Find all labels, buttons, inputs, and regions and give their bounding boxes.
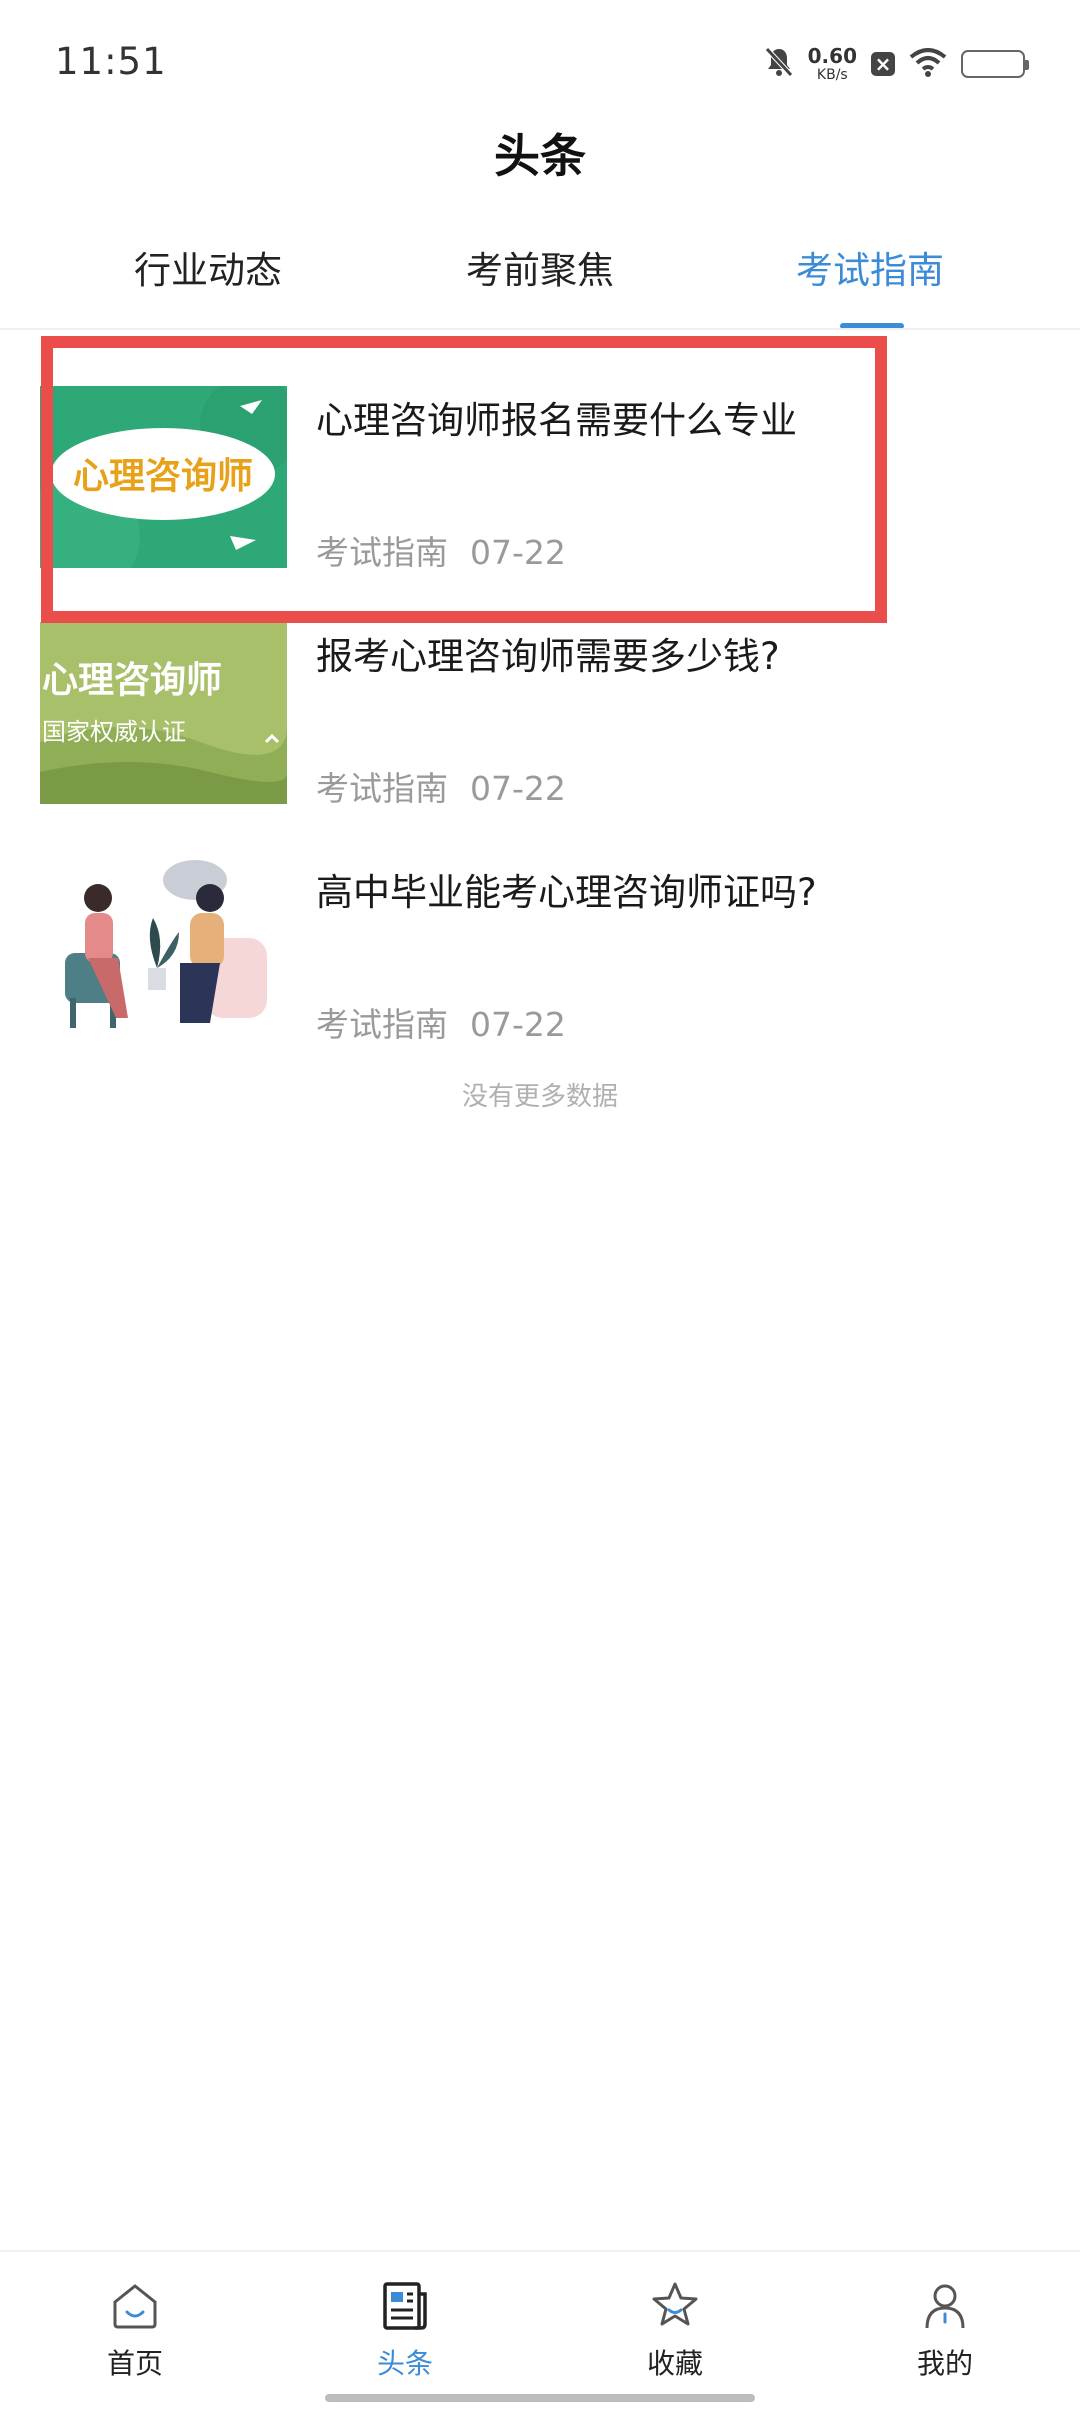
nav-news[interactable]: 头条 — [325, 2280, 485, 2382]
profile-icon — [919, 2280, 971, 2332]
home-icon — [109, 2280, 161, 2332]
nav-home-label: 首页 — [106, 2347, 163, 2380]
article-thumbnail — [40, 858, 287, 1040]
thumbnail-text: 心理咨询师 — [42, 659, 222, 700]
article-item[interactable]: 高中毕业能考心理咨询师证吗? 考试指南 07-22 — [40, 858, 1040, 1058]
thumbnail-subtext: 国家权威认证 — [42, 719, 186, 746]
article-title: 高中毕业能考心理咨询师证吗? — [316, 871, 817, 914]
article-meta: 考试指南 07-22 — [316, 998, 566, 1046]
status-bar: 11:51 0.60 KB/s × — [0, 0, 1080, 120]
nav-profile-label: 我的 — [916, 2347, 973, 2380]
divider — [0, 328, 1080, 330]
article-category: 考试指南 — [316, 769, 448, 808]
news-icon — [379, 2280, 431, 2332]
tab-bar: 行业动态 考前聚焦 考试指南 — [0, 228, 1080, 329]
no-more-data-text: 没有更多数据 — [461, 1082, 618, 1112]
article-date: 07-22 — [470, 769, 566, 808]
status-time: 11:51 — [55, 40, 167, 83]
nav-news-label: 头条 — [376, 2347, 433, 2380]
nav-profile[interactable]: 我的 — [865, 2280, 1025, 2382]
tab-exam-focus[interactable]: 考前聚焦 — [410, 240, 670, 294]
star-icon — [649, 2280, 701, 2332]
wifi-icon — [909, 47, 947, 81]
article-title: 报考心理咨询师需要多少钱? — [316, 635, 780, 678]
article-date: 07-22 — [470, 1005, 566, 1044]
network-speed: 0.60 KB/s — [808, 46, 857, 82]
close-box-icon: × — [871, 52, 895, 76]
mute-icon — [764, 46, 794, 82]
network-speed-unit: KB/s — [816, 67, 848, 83]
page-title: 头条 — [494, 129, 586, 183]
nav-favorites-label: 收藏 — [646, 2347, 703, 2380]
nav-favorites[interactable]: 收藏 — [595, 2280, 755, 2382]
network-speed-value: 0.60 — [807, 44, 857, 68]
tab-exam-guide[interactable]: 考试指南 — [740, 240, 1000, 294]
highlight-box — [41, 336, 887, 623]
bottom-nav: 首页 头条 收藏 我的 — [0, 2250, 1080, 2410]
nav-home[interactable]: 首页 — [55, 2280, 215, 2382]
battery-icon — [961, 50, 1029, 78]
status-icons: 0.60 KB/s × — [764, 42, 1029, 86]
article-meta: 考试指南 07-22 — [316, 762, 566, 810]
article-item[interactable]: 心理咨询师 国家权威认证 报考心理咨询师需要多少钱? 考试指南 07-22 — [40, 622, 1040, 822]
article-category: 考试指南 — [316, 1005, 448, 1044]
article-thumbnail: 心理咨询师 国家权威认证 — [40, 622, 287, 804]
tab-industry-news[interactable]: 行业动态 — [78, 240, 338, 294]
home-indicator[interactable] — [325, 2394, 755, 2402]
